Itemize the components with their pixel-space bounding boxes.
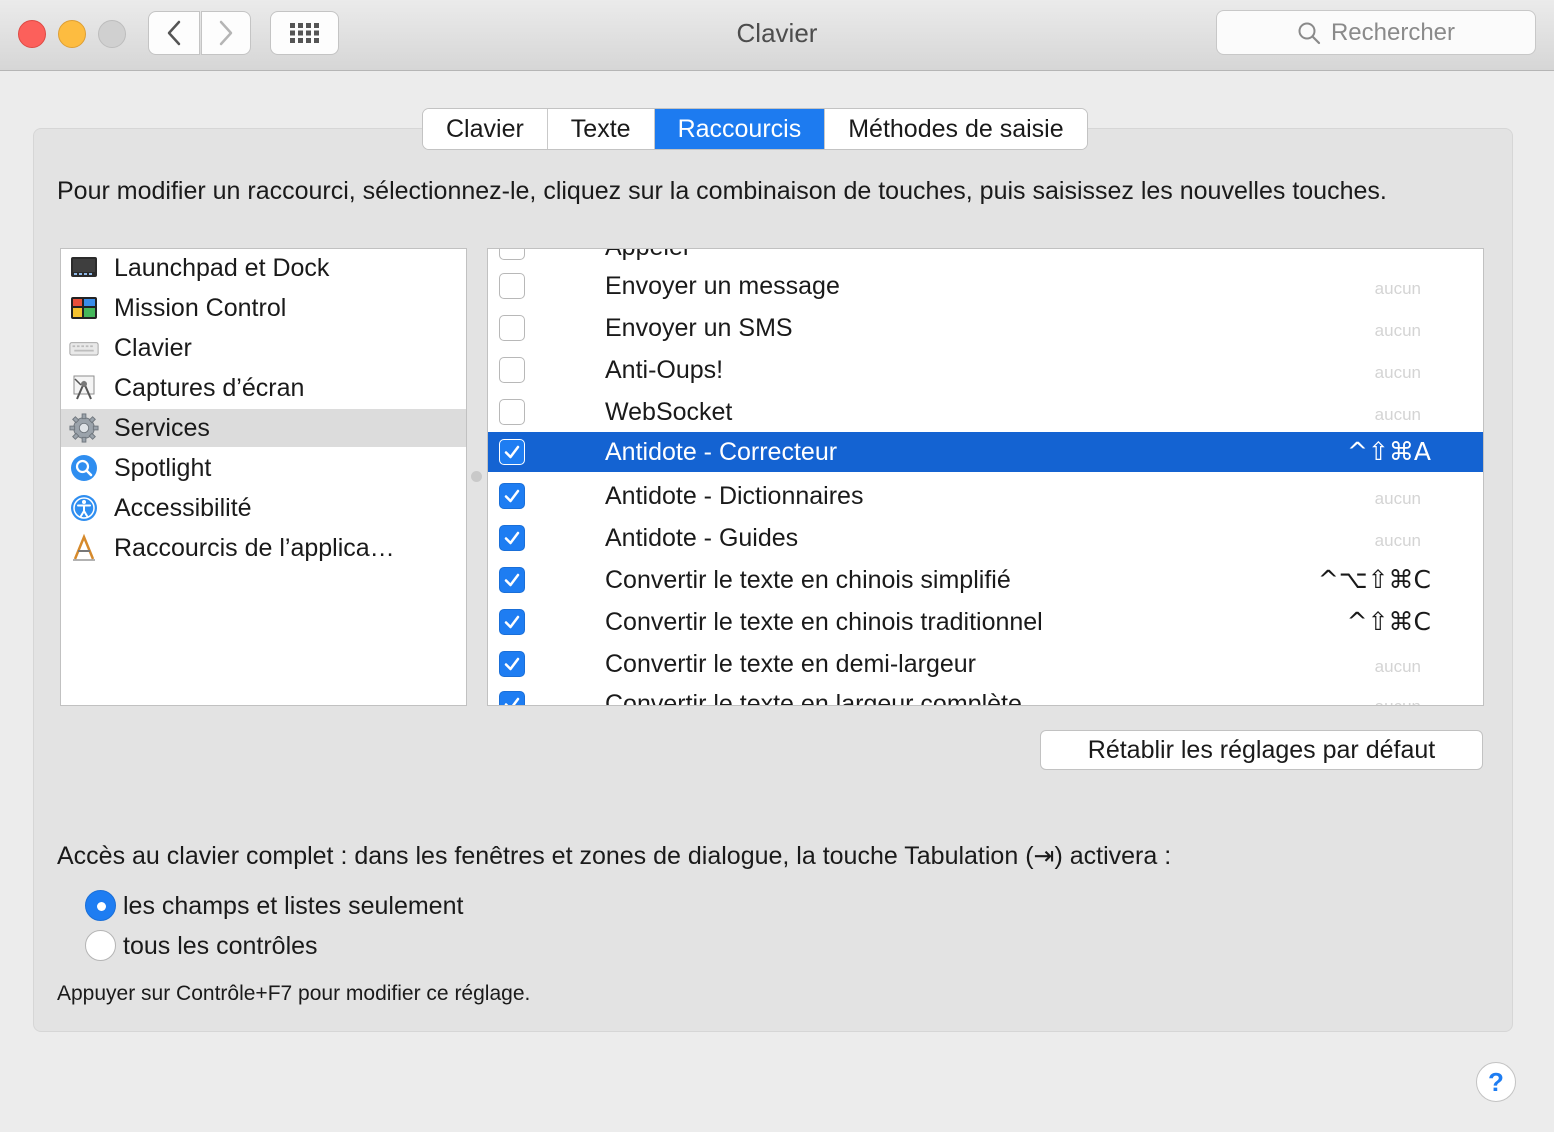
checkbox[interactable] xyxy=(499,439,525,465)
shortcut-row[interactable]: Convertir le texte en chinois traditionn… xyxy=(488,602,1483,642)
shortcut-row[interactable]: Antidote - Dictionnaires aucun xyxy=(488,476,1483,516)
category-services[interactable]: Services xyxy=(61,409,466,447)
launchpad-icon xyxy=(69,253,99,283)
checkbox[interactable] xyxy=(499,249,525,260)
shortcut-row[interactable]: Convertir le texte en demi-largeur aucun xyxy=(488,644,1483,684)
checkmark-icon xyxy=(504,697,520,705)
shortcut-row[interactable]: Convertir le texte en largeur complète a… xyxy=(488,684,1483,706)
shortcut-row[interactable]: Appeler xyxy=(488,249,1483,267)
keyboard-access-hint: Appuyer sur Contrôle+F7 pour modifier ce… xyxy=(57,982,531,1005)
shortcut-label: Convertir le texte en largeur complète xyxy=(605,690,1022,706)
shortcut-label: WebSocket xyxy=(605,398,733,426)
shortcut-keys[interactable]: aucun xyxy=(1375,524,1421,558)
radio-fields-and-lists[interactable] xyxy=(85,890,116,921)
checkmark-icon xyxy=(504,489,520,503)
category-label: Accessibilité xyxy=(114,493,252,522)
category-label: Spotlight xyxy=(114,453,212,482)
shortcut-keys[interactable]: aucun xyxy=(1375,690,1421,705)
spotlight-icon xyxy=(69,453,99,483)
help-button[interactable]: ? xyxy=(1476,1062,1516,1102)
shortcut-row[interactable]: Envoyer un SMS aucun xyxy=(488,308,1483,348)
shortcuts-list[interactable]: Appeler Envoyer un message aucun Envoyer… xyxy=(487,248,1484,706)
shortcut-label: Antidote - Dictionnaires xyxy=(605,482,864,510)
shortcut-label: Envoyer un SMS xyxy=(605,314,793,342)
category-label: Captures d’écran xyxy=(114,373,305,402)
search-placeholder: Rechercher xyxy=(1330,18,1456,46)
shortcut-keys[interactable]: aucun xyxy=(1375,356,1421,390)
search-field[interactable]: Rechercher xyxy=(1216,10,1536,55)
shortcut-label: Envoyer un message xyxy=(605,272,840,300)
shortcut-label: Antidote - Correcteur xyxy=(605,438,838,466)
category-label: Raccourcis de l’applica… xyxy=(114,533,395,562)
shortcut-keys[interactable]: aucun xyxy=(1375,398,1421,432)
screenshot-icon xyxy=(69,373,99,403)
title-bar: Clavier Rechercher xyxy=(0,0,1554,71)
checkbox[interactable] xyxy=(499,609,525,635)
category-spotlight[interactable]: Spotlight xyxy=(61,449,466,487)
instructions-text: Pour modifier un raccourci, sélectionnez… xyxy=(57,177,1387,205)
shortcut-keys[interactable]: ^⇧⌘C xyxy=(1347,605,1431,639)
category-accessibilite[interactable]: Accessibilité xyxy=(61,489,466,527)
shortcut-keys[interactable]: ^⇧⌘A xyxy=(1347,435,1431,469)
tab-clavier[interactable]: Clavier xyxy=(423,109,548,149)
checkbox[interactable] xyxy=(499,567,525,593)
checkbox[interactable] xyxy=(499,315,525,341)
category-label: Services xyxy=(114,413,210,442)
checkbox[interactable] xyxy=(499,357,525,383)
keyboard-access-label: Accès au clavier complet : dans les fenê… xyxy=(57,842,1172,870)
category-captures-ecran[interactable]: Captures d’écran xyxy=(61,369,466,407)
tab-texte[interactable]: Texte xyxy=(547,109,655,149)
checkbox[interactable] xyxy=(499,651,525,677)
category-label: Mission Control xyxy=(114,293,287,322)
category-mission-control[interactable]: Mission Control xyxy=(61,289,466,327)
radio-label-fields-and-lists[interactable]: les champs et listes seulement xyxy=(123,890,463,922)
category-label: Clavier xyxy=(114,333,192,362)
shortcut-label: Antidote - Guides xyxy=(605,524,799,552)
checkbox[interactable] xyxy=(499,399,525,425)
search-icon xyxy=(1298,22,1321,44)
tab-bar: Clavier Texte Raccourcis Méthodes de sai… xyxy=(422,108,1088,150)
checkmark-icon xyxy=(504,531,520,545)
shortcut-row-selected[interactable]: Antidote - Correcteur ^⇧⌘A xyxy=(488,432,1483,472)
tab-methodes-de-saisie[interactable]: Méthodes de saisie xyxy=(825,109,1087,149)
category-raccourcis-application[interactable]: Raccourcis de l’applica… xyxy=(61,529,466,567)
shortcut-label: Convertir le texte en demi-largeur xyxy=(605,650,976,678)
shortcut-keys[interactable]: aucun xyxy=(1375,650,1421,684)
splitter-handle[interactable] xyxy=(471,471,482,482)
category-list[interactable]: Launchpad et Dock Mission Control Clavie… xyxy=(60,248,467,706)
checkbox[interactable] xyxy=(499,691,525,705)
category-label: Launchpad et Dock xyxy=(114,253,330,282)
shortcut-keys[interactable]: aucun xyxy=(1375,314,1421,348)
gear-icon xyxy=(69,413,99,443)
category-clavier[interactable]: Clavier xyxy=(61,329,466,367)
shortcut-row[interactable]: WebSocket aucun xyxy=(488,392,1483,432)
shortcut-label: Appeler xyxy=(605,249,691,264)
shortcut-label: Convertir le texte en chinois traditionn… xyxy=(605,608,1043,636)
shortcut-label: Convertir le texte en chinois simplifié xyxy=(605,566,1011,594)
checkbox[interactable] xyxy=(499,273,525,299)
shortcut-keys[interactable]: ^⌥⇧⌘C xyxy=(1318,563,1431,597)
checkmark-icon xyxy=(504,445,520,459)
radio-all-controls[interactable] xyxy=(85,930,116,961)
shortcut-keys[interactable]: aucun xyxy=(1375,272,1421,306)
category-launchpad-dock[interactable]: Launchpad et Dock xyxy=(61,249,466,287)
shortcut-label: Anti-Oups! xyxy=(605,356,724,384)
mission-control-icon xyxy=(69,293,99,323)
checkmark-icon xyxy=(504,657,520,671)
accessibility-icon xyxy=(69,493,99,523)
shortcut-keys[interactable]: aucun xyxy=(1375,482,1421,516)
restore-defaults-button[interactable]: Rétablir les réglages par défaut xyxy=(1040,730,1483,770)
shortcut-row[interactable]: Convertir le texte en chinois simplifié … xyxy=(488,560,1483,600)
checkmark-icon xyxy=(504,573,520,587)
radio-label-all-controls[interactable]: tous les contrôles xyxy=(123,930,318,962)
app-shortcuts-icon xyxy=(69,533,99,563)
tab-raccourcis[interactable]: Raccourcis xyxy=(654,109,826,149)
checkmark-icon xyxy=(504,615,520,629)
shortcut-row[interactable]: Envoyer un message aucun xyxy=(488,266,1483,306)
shortcut-row[interactable]: Antidote - Guides aucun xyxy=(488,518,1483,558)
keyboard-icon xyxy=(69,333,99,363)
shortcut-row[interactable]: Anti-Oups! aucun xyxy=(488,350,1483,390)
checkbox[interactable] xyxy=(499,525,525,551)
checkbox[interactable] xyxy=(499,483,525,509)
